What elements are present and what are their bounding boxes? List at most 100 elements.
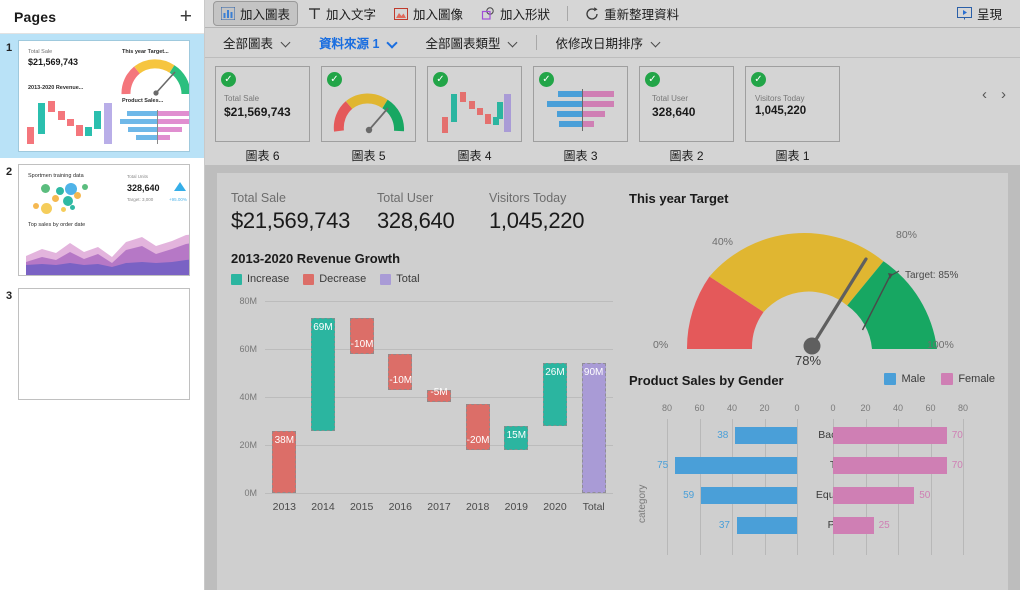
gauge-tick-0: 0% bbox=[653, 339, 669, 351]
female-bar[interactable] bbox=[833, 487, 915, 504]
add-image-button[interactable]: 加入圖像 bbox=[386, 1, 471, 26]
shape-icon bbox=[481, 7, 494, 20]
page-2-preview: Sportmen training data Total Units 328,6… bbox=[18, 164, 190, 276]
x-axis-tick: 2020 bbox=[543, 501, 567, 513]
legend-decrease[interactable]: Decrease bbox=[303, 273, 366, 285]
check-icon: ✓ bbox=[433, 72, 448, 87]
legend-label: Male bbox=[901, 373, 926, 385]
bar-value-label: 90M bbox=[583, 367, 604, 379]
add-text-button[interactable]: 加入文字 bbox=[300, 1, 384, 26]
kpi-total-sale[interactable]: Total Sale $21,569,743 bbox=[231, 191, 350, 234]
canvas-wrapper: Total Sale $21,569,743 Total User 328,64… bbox=[205, 165, 1020, 590]
female-bar[interactable] bbox=[833, 427, 947, 444]
refresh-data-label: 重新整理資料 bbox=[604, 8, 680, 22]
female-bar-value: 70 bbox=[951, 460, 963, 471]
chart-card-4[interactable]: ✓ 圖表 4 bbox=[427, 66, 522, 164]
waterfall-bar[interactable]: 15M bbox=[504, 425, 529, 450]
chart-card-5[interactable]: ✓ 圖表 5 bbox=[321, 66, 416, 164]
legend-swatch bbox=[231, 273, 242, 285]
kpi-value: 1,045,220 bbox=[489, 208, 585, 233]
trend-up-icon bbox=[174, 182, 186, 191]
page-3-preview bbox=[18, 288, 190, 400]
butterfly-chart[interactable]: Male Female category 806040200020406080B… bbox=[629, 373, 1001, 563]
bar-value-label: 38M bbox=[274, 434, 295, 446]
chart-card-3-preview[interactable]: ✓ bbox=[533, 66, 628, 142]
bar-value-label: 26M bbox=[545, 367, 565, 379]
waterfall-plot: 0M 20M 40M 60M 80M 38M 2013 69M 2014 -10M 2015 -10M… bbox=[231, 295, 621, 513]
waterfall-bar[interactable]: -10M bbox=[349, 317, 374, 354]
filter-data-source[interactable]: 資料來源 1 bbox=[313, 31, 403, 54]
check-icon: ✓ bbox=[221, 72, 236, 87]
bar-value-label: -10M bbox=[389, 374, 413, 386]
present-button[interactable]: 呈現 bbox=[949, 1, 1010, 26]
female-bar[interactable] bbox=[833, 517, 874, 534]
add-page-button[interactable]: + bbox=[180, 6, 192, 27]
add-chart-button[interactable]: 加入圖表 bbox=[213, 1, 299, 26]
card-kpi-value: 328,640 bbox=[652, 105, 696, 119]
x-axis-tick-right: 20 bbox=[860, 403, 871, 413]
page-thumbnail-2[interactable]: 2 Sportmen training data Total Units 328… bbox=[0, 158, 204, 282]
male-bar[interactable] bbox=[735, 427, 797, 444]
page-thumbnail-3[interactable]: 3 bbox=[0, 282, 204, 406]
chevron-left-icon[interactable]: ‹ bbox=[982, 86, 987, 103]
chart-card-1-preview[interactable]: ✓ Visitors Today 1,045,220 bbox=[745, 66, 840, 142]
legend-female[interactable]: Female bbox=[941, 373, 995, 385]
waterfall-bar[interactable]: 69M bbox=[311, 317, 335, 431]
waterfall-chart[interactable]: Increase Decrease Total 0M 20M 40M 60M 8… bbox=[231, 273, 621, 541]
dashboard-canvas[interactable]: Total Sale $21,569,743 Total User 328,64… bbox=[217, 173, 1008, 590]
waterfall-bar[interactable]: -5M bbox=[427, 387, 451, 402]
add-shape-button[interactable]: 加入形狀 bbox=[473, 1, 558, 26]
card-kpi-label: Total User bbox=[652, 94, 689, 103]
chart-card-5-preview[interactable]: ✓ bbox=[321, 66, 416, 142]
filter-sort[interactable]: 依修改日期排序 bbox=[549, 31, 667, 54]
y-axis-tick: 60M bbox=[239, 344, 257, 354]
refresh-data-button[interactable]: 重新整理資料 bbox=[577, 1, 687, 26]
chart-card-3[interactable]: ✓ 圖表 3 bbox=[533, 66, 628, 164]
gauge-tick-80: 80% bbox=[896, 229, 918, 241]
filter-bar: 全部圖表 資料來源 1 全部圖表類型 依修改日期排序 bbox=[205, 28, 1020, 58]
waterfall-bar[interactable]: -20M bbox=[465, 404, 490, 450]
filter-sort-label: 依修改日期排序 bbox=[555, 37, 643, 51]
thumb-waterfall-title: 2013-2020 Revenue... bbox=[28, 85, 84, 91]
male-bar[interactable] bbox=[675, 457, 797, 474]
waterfall-title: 2013-2020 Revenue Growth bbox=[231, 251, 401, 266]
filter-all-charts[interactable]: 全部圖表 bbox=[217, 31, 297, 54]
pages-title: Pages bbox=[14, 8, 57, 25]
female-bar[interactable] bbox=[833, 457, 947, 474]
thumb-area-title: Top sales by order date bbox=[28, 222, 86, 228]
waterfall-bar[interactable]: -10M bbox=[388, 353, 413, 390]
page-1-preview: Total Sale $21,569,743 2013-2020 Revenue… bbox=[18, 40, 190, 152]
filter-chart-types[interactable]: 全部圖表類型 bbox=[419, 31, 524, 54]
card-butterfly-chart bbox=[547, 89, 614, 131]
waterfall-bar[interactable]: 26M bbox=[543, 363, 567, 426]
legend-increase[interactable]: Increase bbox=[231, 273, 289, 285]
page-number: 2 bbox=[6, 166, 13, 178]
thumb-butterfly-chart bbox=[120, 110, 189, 144]
page-thumbnail-1[interactable]: 1 Total Sale $21,569,743 2013-2020 Reven… bbox=[0, 34, 204, 158]
chart-card-1[interactable]: ✓ Visitors Today 1,045,220 圖表 1 bbox=[745, 66, 840, 164]
chart-card-4-preview[interactable]: ✓ bbox=[427, 66, 522, 142]
kpi-visitors-today[interactable]: Visitors Today 1,045,220 bbox=[489, 191, 584, 234]
chart-card-2[interactable]: ✓ Total User 328,640 圖表 2 bbox=[639, 66, 734, 164]
male-bar[interactable] bbox=[701, 487, 797, 504]
gridline bbox=[265, 301, 613, 302]
chart-card-2-preview[interactable]: ✓ Total User 328,640 bbox=[639, 66, 734, 142]
kpi-total-user[interactable]: Total User 328,640 bbox=[377, 191, 455, 234]
gauge-chart[interactable]: 0% 40% 80% 100% Target: 85% 78% bbox=[629, 191, 999, 371]
female-bar-value: 50 bbox=[919, 490, 931, 501]
chevron-down-icon bbox=[509, 38, 518, 47]
legend-total[interactable]: Total bbox=[380, 273, 420, 285]
chart-card-6[interactable]: ✓ Total Sale $21,569,743 圖表 6 bbox=[215, 66, 310, 164]
male-bar[interactable] bbox=[736, 517, 797, 534]
legend-male[interactable]: Male bbox=[884, 373, 925, 385]
chart-card-6-label: 圖表 6 bbox=[245, 149, 280, 163]
chevron-right-icon[interactable]: › bbox=[1001, 86, 1006, 103]
card-kpi-value: $21,569,743 bbox=[224, 105, 291, 119]
card-waterfall-chart bbox=[442, 92, 511, 133]
waterfall-bar[interactable]: 90M bbox=[581, 363, 606, 493]
kpi-value: $21,569,743 bbox=[231, 208, 351, 233]
chart-card-6-preview[interactable]: ✓ Total Sale $21,569,743 bbox=[215, 66, 310, 142]
chart-strip: ✓ Total Sale $21,569,743 圖表 6 ✓ 圖表 5 ✓ 圖… bbox=[205, 58, 1020, 165]
thumb-kpi-value: 328,640 bbox=[127, 183, 160, 193]
waterfall-bar[interactable]: 38M bbox=[272, 430, 297, 493]
